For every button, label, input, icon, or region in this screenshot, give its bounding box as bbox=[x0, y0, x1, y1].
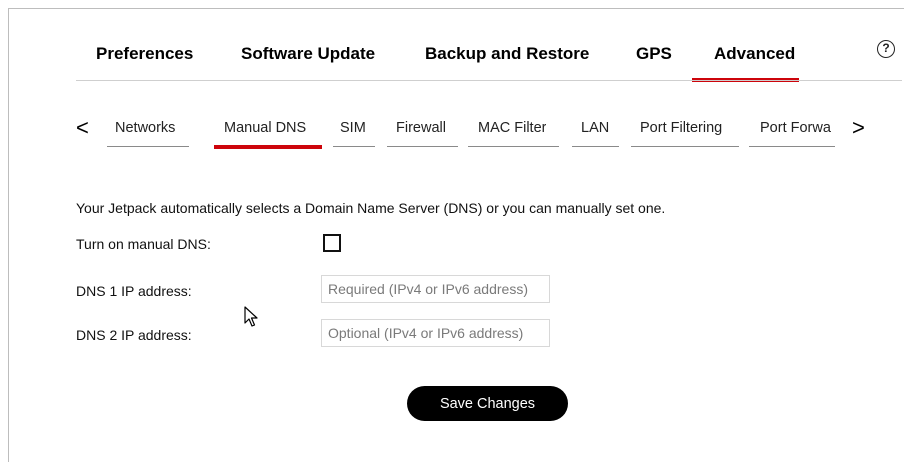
dns2-label: DNS 2 IP address: bbox=[76, 327, 192, 343]
subtab-manual-dns[interactable]: Manual DNS bbox=[224, 120, 306, 136]
save-changes-button[interactable]: Save Changes bbox=[407, 386, 568, 421]
subtab-underline bbox=[387, 146, 458, 147]
subtab-underline bbox=[468, 146, 559, 147]
subtab-underline bbox=[333, 146, 375, 147]
tab-gps[interactable]: GPS bbox=[636, 44, 672, 64]
dns2-input[interactable] bbox=[321, 319, 550, 347]
top-tab-bar: Preferences Software Update Backup and R… bbox=[76, 34, 902, 82]
subtab-networks[interactable]: Networks bbox=[115, 120, 175, 136]
tab-preferences[interactable]: Preferences bbox=[96, 44, 193, 64]
help-icon[interactable]: ? bbox=[877, 40, 895, 58]
subtab-underline bbox=[572, 146, 619, 147]
subtab-port-forwarding[interactable]: Port Forwa bbox=[760, 120, 836, 136]
chevron-right-icon[interactable]: > bbox=[852, 117, 865, 139]
tab-software-update[interactable]: Software Update bbox=[241, 44, 375, 64]
mouse-pointer-icon bbox=[244, 306, 258, 327]
subtab-underline bbox=[107, 146, 189, 147]
dns1-label: DNS 1 IP address: bbox=[76, 283, 192, 299]
subtab-port-filtering[interactable]: Port Filtering bbox=[640, 120, 722, 136]
top-tab-divider bbox=[76, 80, 902, 81]
manual-dns-checkbox[interactable] bbox=[323, 234, 341, 252]
dns1-input[interactable] bbox=[321, 275, 550, 303]
subtab-lan[interactable]: LAN bbox=[581, 120, 609, 136]
subtab-underline bbox=[631, 146, 739, 147]
sub-tab-bar: < Networks Manual DNS SIM Firewall MAC F… bbox=[70, 110, 870, 152]
tab-backup-and-restore[interactable]: Backup and Restore bbox=[425, 44, 589, 64]
subtab-mac-filter[interactable]: MAC Filter bbox=[478, 120, 546, 136]
subtab-active-indicator bbox=[214, 145, 322, 149]
tab-advanced[interactable]: Advanced bbox=[691, 44, 800, 82]
dns-description: Your Jetpack automatically selects a Dom… bbox=[76, 200, 666, 216]
chevron-left-icon[interactable]: < bbox=[76, 117, 89, 139]
subtab-sim[interactable]: SIM bbox=[340, 120, 366, 136]
manual-dns-label: Turn on manual DNS: bbox=[76, 236, 211, 252]
subtab-firewall[interactable]: Firewall bbox=[396, 120, 446, 136]
subtab-underline bbox=[749, 146, 835, 147]
